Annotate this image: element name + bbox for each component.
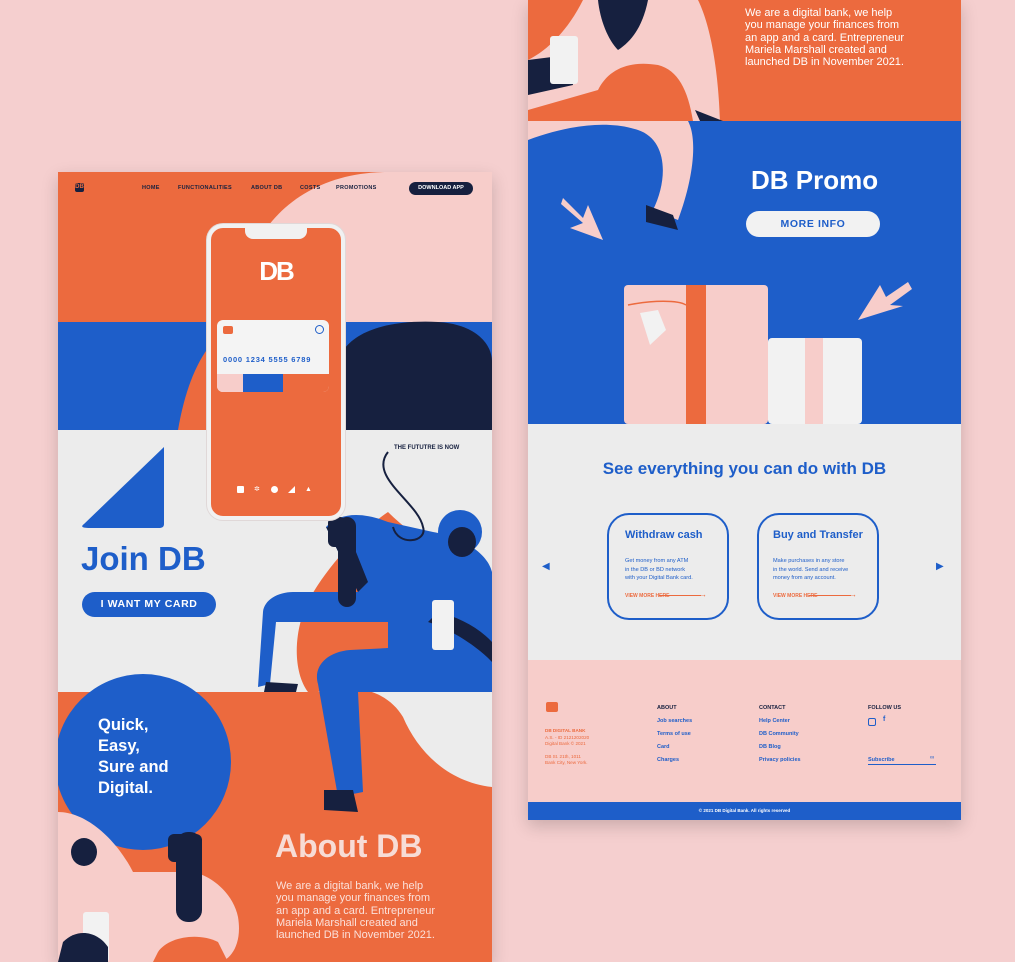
square-icon[interactable] [237, 486, 244, 493]
feature-card-buy[interactable]: Buy and Transfer Make purchases in any s… [757, 513, 879, 620]
footer-follow-heading: FOLLOW US [868, 705, 901, 711]
card-line: Get money from any ATM [625, 558, 689, 564]
landing-page-left: DB HOME FUNCTIONALITIES ABOUT DB COSTS P… [58, 172, 492, 962]
about-line: We are a digital bank, we help [745, 7, 893, 19]
card-description: Make purchases in any store in the world… [773, 557, 871, 583]
about-text: We are a digital bank, we help you manag… [276, 880, 435, 941]
about-line: launched DB in November 2021. [276, 929, 435, 942]
about-line: you manage your finances from [745, 19, 900, 32]
footer-link-privacy[interactable]: Privacy policies [759, 757, 801, 763]
nav-home[interactable]: HOME [142, 185, 160, 191]
link-underline [809, 595, 851, 596]
card-line: money from any account. [773, 575, 836, 581]
triangle-icon[interactable] [288, 486, 295, 493]
more-info-button[interactable]: MORE INFO [746, 211, 880, 237]
footer-logo-icon[interactable] [546, 702, 558, 712]
value-prop-easy: Easy, [98, 737, 140, 755]
nav-functionalities[interactable]: FUNCTIONALITIES [178, 185, 232, 191]
phone-logo: DB [259, 256, 295, 286]
company-name: DB DIGITAL BANK [545, 728, 586, 733]
nav-promotions[interactable]: PROMOTIONS [336, 185, 377, 191]
about-line: Mariela Marshall created and [276, 916, 418, 929]
subscribe-link[interactable]: Subscribe [868, 757, 895, 763]
value-props: Quick, Easy, Sure and Digital. [98, 715, 169, 799]
subscribe-arrow-icon[interactable]: ∞ [930, 755, 934, 761]
about-line: an app and a card. Entrepreneur [276, 904, 436, 917]
company-info: DB DIGITAL BANK A.S. - ID 2121202020 Dig… [545, 728, 589, 767]
bank-card: 0000 1234 5555 6789 [217, 320, 329, 392]
arrow-right-icon[interactable]: → [849, 590, 857, 599]
card-number: 0000 1234 5555 6789 [223, 355, 312, 364]
background-shapes-right [528, 0, 961, 820]
card-title: Withdraw cash [625, 529, 703, 541]
circle-icon[interactable] [271, 486, 278, 493]
card-cta-button[interactable]: I WANT MY CARD [82, 592, 216, 617]
about-line: launched DB in November 2021. [745, 56, 904, 69]
phone-mockup: DB 0000 1234 5555 6789 ✲ ▲ [207, 224, 345, 520]
download-app-button[interactable]: DOWNLOAD APP [409, 182, 473, 195]
value-prop-sure: Sure and [98, 758, 169, 776]
card-line: with your Digital Bank card. [625, 575, 693, 581]
value-prop-digital: Digital. [98, 779, 154, 797]
company-copyright: Digital Bank © 2021 [545, 741, 586, 746]
footer-link-community[interactable]: DB Community [759, 731, 799, 737]
card-chip-icon [223, 326, 233, 334]
arrow-right-icon[interactable]: → [699, 590, 707, 599]
share-icon[interactable]: ✲ [254, 486, 261, 493]
subscribe-underline [868, 764, 936, 765]
about-line: you manage your finances from [276, 892, 431, 905]
phone-notch [245, 227, 307, 239]
card-line: Make purchases in any store [773, 558, 845, 564]
about-title: About DB [275, 828, 423, 864]
footer-link-blog[interactable]: DB Blog [759, 744, 781, 750]
footer-link-help[interactable]: Help Center [759, 718, 790, 724]
landing-page-right: We are a digital bank, we help you manag… [528, 0, 961, 820]
value-prop-quick: Quick, [98, 716, 149, 734]
nav-about[interactable]: ABOUT DB [251, 185, 282, 191]
footer-contact-heading: CONTACT [759, 705, 786, 711]
about-line: an app and a card. Entrepreneur [745, 31, 905, 44]
feature-card-withdraw[interactable]: Withdraw cash Get money from any ATM in … [607, 513, 729, 620]
carousel-prev-icon[interactable]: ◀ [542, 561, 550, 572]
footer-about-heading: ABOUT [657, 705, 677, 711]
contactless-icon [315, 325, 324, 334]
nav-logo[interactable]: DB [75, 183, 84, 192]
features-title: See everything you can do with DB [602, 459, 887, 478]
carousel-next-icon[interactable]: ▶ [936, 561, 944, 572]
hero-title: Join DB [81, 540, 206, 577]
about-text-top: We are a digital bank, we help you manag… [745, 7, 904, 68]
user-icon[interactable]: ▲ [305, 486, 312, 493]
footer-link-charges[interactable]: Charges [657, 757, 679, 763]
footer-link-card[interactable]: Card [657, 744, 670, 750]
tagline: THE FUTUTRE IS NOW [394, 445, 460, 451]
card-line: in the world. Send and receive [773, 566, 849, 573]
promo-title: DB Promo [751, 165, 879, 195]
link-underline [659, 595, 701, 596]
card-line: in the DB or BD network [625, 566, 686, 573]
view-more-link[interactable]: VIEW MORE HERE [773, 593, 817, 599]
copyright-text: © 2021 DB Digital Bank. All rights reser… [698, 808, 791, 813]
about-line: We are a digital bank, we help [276, 880, 424, 892]
card-description: Get money from any ATM in the DB or BD n… [625, 557, 717, 583]
company-city: Bank City, New York. [545, 760, 588, 765]
about-line: Mariela Marshall created and [745, 43, 887, 56]
footer-link-jobs[interactable]: Job searches [657, 718, 692, 724]
nav-costs[interactable]: COSTS [300, 185, 320, 191]
facebook-icon[interactable]: f [883, 716, 885, 723]
card-title: Buy and Transfer [773, 529, 863, 541]
view-more-link[interactable]: VIEW MORE HERE [625, 593, 669, 599]
instagram-icon[interactable] [868, 718, 876, 726]
footer-link-terms[interactable]: Terms of use [657, 731, 691, 737]
